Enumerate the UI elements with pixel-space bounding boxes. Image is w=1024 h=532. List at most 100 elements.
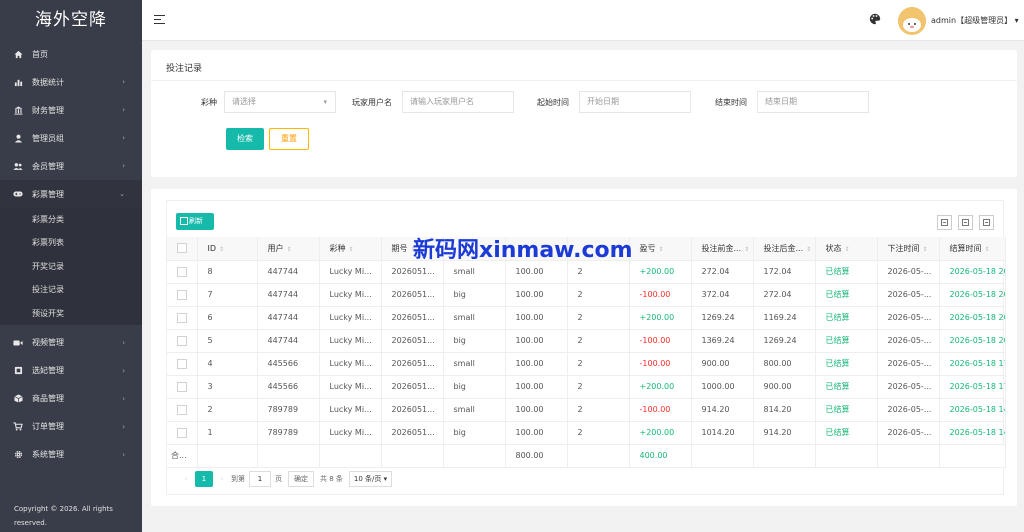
column-header[interactable]: 彩种 ⇕	[319, 237, 382, 261]
sidebar-item-orders[interactable]: 订单管理 ›	[0, 413, 142, 441]
next-page-icon[interactable]: ›	[213, 471, 231, 487]
sidebar-item-video[interactable]: 视频管理 ›	[0, 329, 142, 357]
column-header[interactable]: 状态 ⇕	[815, 237, 878, 261]
column-header[interactable]: 结算时间 ⇕	[939, 237, 1006, 261]
row-checkbox[interactable]	[167, 398, 198, 422]
end-date-input[interactable]: 结束日期	[757, 91, 869, 113]
row-checkbox[interactable]	[167, 352, 198, 376]
cart-icon	[13, 422, 23, 432]
sort-icon: ⇕	[922, 245, 928, 253]
cell-settle_time: 2026-05-18 14	[939, 398, 1006, 422]
cell-status: 已结算	[815, 283, 878, 307]
cell-lottery: Lucky Mi...	[319, 375, 382, 399]
cell-profit: -100.00	[629, 283, 692, 307]
cell-mult: 2	[567, 398, 630, 422]
cell-user: 447744	[257, 260, 320, 284]
cell-bet: big	[443, 421, 506, 445]
column-header[interactable]: 用户 ⇕	[257, 237, 320, 261]
cell-id: 6	[197, 306, 258, 330]
total-cell	[319, 444, 382, 468]
menu-toggle-icon[interactable]	[154, 15, 165, 27]
row-checkbox[interactable]	[167, 306, 198, 330]
cell-before: 914.20	[691, 398, 754, 422]
row-checkbox[interactable]	[167, 375, 198, 399]
reset-button[interactable]: 重置	[269, 128, 309, 150]
row-checkbox[interactable]	[167, 283, 198, 307]
users-icon	[13, 161, 23, 171]
goto-label: 到第	[231, 475, 245, 483]
column-header[interactable]: 投注后金... ⇕	[753, 237, 816, 261]
export-icon[interactable]	[958, 215, 973, 230]
chevron-down-icon: ▾	[1014, 16, 1019, 25]
sidebar-item-finance[interactable]: 财务管理 ›	[0, 96, 142, 124]
row-checkbox[interactable]	[167, 260, 198, 284]
sidebar-item-members[interactable]: 会员管理 ›	[0, 152, 142, 180]
sidebar-item-statistics[interactable]: 数据统计 ›	[0, 68, 142, 96]
column-header[interactable]: 投注前金... ⇕	[691, 237, 754, 261]
sidebar-item-home[interactable]: 首页	[0, 40, 142, 68]
select-all-checkbox[interactable]	[167, 237, 198, 261]
sidebar-item-products[interactable]: 商品管理 ›	[0, 385, 142, 413]
chevron-down-icon: ▾	[323, 98, 327, 106]
user-icon	[13, 133, 23, 143]
lottery-select[interactable]: 请选择 ▾	[224, 91, 336, 113]
brand-title: 海外空降	[35, 10, 107, 30]
page-button-current[interactable]: 1	[195, 471, 213, 487]
submenu-lottery-category[interactable]: 彩票分类	[0, 208, 142, 231]
print-icon[interactable]	[979, 215, 994, 230]
column-header[interactable]: ID ⇕	[197, 237, 258, 261]
user-menu[interactable]: admin【超级管理员】 ▾	[931, 15, 1019, 26]
sidebar-menu: 首页 数据统计 › 财务管理 › 管理员组 › 会员管理 › 彩票管理 ⌄	[0, 40, 142, 208]
submenu-preset-draw[interactable]: 预设开奖	[0, 302, 142, 325]
cell-bet: small	[443, 398, 506, 422]
cell-before: 1014.20	[691, 421, 754, 445]
sidebar-item-system[interactable]: 系统管理 ›	[0, 441, 142, 469]
sort-icon: ⇕	[348, 245, 354, 253]
row-checkbox[interactable]	[167, 421, 198, 445]
row-checkbox[interactable]	[167, 329, 198, 353]
goto-confirm-button[interactable]: 确定	[288, 471, 314, 487]
sidebar-item-lottery[interactable]: 彩票管理 ⌄	[0, 180, 142, 208]
cell-after: 1269.24	[753, 329, 816, 353]
sidebar-item-admin-group[interactable]: 管理员组 ›	[0, 124, 142, 152]
submenu-draw-records[interactable]: 开奖记录	[0, 255, 142, 278]
cell-user: 447744	[257, 329, 320, 353]
submenu-bet-records[interactable]: 投注记录	[0, 278, 142, 301]
cell-amount: 100.00	[505, 375, 568, 399]
player-input[interactable]: 请输入玩家用户名	[402, 91, 514, 113]
sort-icon: ⇕	[658, 245, 664, 253]
cell-bet_time: 2026-05-...	[877, 421, 940, 445]
cell-profit: +200.00	[629, 306, 692, 330]
cell-issue: 2026051...	[381, 283, 444, 307]
filter-columns-icon[interactable]	[937, 215, 952, 230]
cell-bet_time: 2026-05-...	[877, 329, 940, 353]
prev-page-icon[interactable]: ‹	[177, 471, 195, 487]
per-page-select[interactable]: 10 条/页 ▾	[348, 471, 393, 487]
cell-mult: 2	[567, 421, 630, 445]
column-header[interactable]: 盈亏 ⇕	[629, 237, 692, 261]
column-header[interactable]: 下注时间 ⇕	[877, 237, 940, 261]
cell-mult: 2	[567, 306, 630, 330]
pagination: ‹ 1 › 到第 1 页 确定 共 8 条 10 条/页 ▾	[177, 471, 393, 487]
cell-amount: 100.00	[505, 398, 568, 422]
start-date-input[interactable]: 开始日期	[579, 91, 691, 113]
cell-lottery: Lucky Mi...	[319, 283, 382, 307]
avatar[interactable]	[898, 7, 926, 35]
cell-after: 800.00	[753, 352, 816, 376]
total-cell	[815, 444, 878, 468]
sidebar-item-selection[interactable]: 选妃管理 ›	[0, 357, 142, 385]
submenu-lottery-list[interactable]: 彩票列表	[0, 231, 142, 254]
page-number-input[interactable]: 1	[249, 471, 271, 487]
refresh-button[interactable]: 刷新	[176, 213, 214, 230]
lottery-label: 彩种	[201, 98, 217, 107]
palette-icon[interactable]	[869, 13, 881, 25]
cell-mult: 2	[567, 283, 630, 307]
cell-status: 已结算	[815, 306, 878, 330]
search-button[interactable]: 检索	[226, 128, 264, 150]
cell-after: 900.00	[753, 375, 816, 399]
cell-profit: +200.00	[629, 421, 692, 445]
total-cell	[443, 444, 506, 468]
bar-chart-icon	[13, 77, 23, 87]
total-cell	[567, 444, 630, 468]
sort-icon: ⇕	[844, 245, 850, 253]
